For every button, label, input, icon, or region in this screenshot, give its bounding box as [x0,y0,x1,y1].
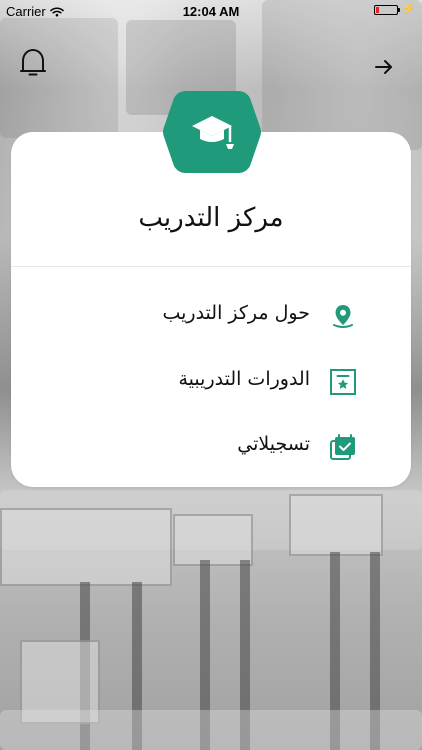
map-pin-icon [329,302,357,330]
battery-level [376,6,380,13]
graduation-cap-icon [162,87,262,177]
status-right: ⚡ [374,4,416,15]
menu-item-label: تسجيلاتي [237,433,310,455]
card-title: مركز التدريب [138,203,284,233]
bell-icon[interactable] [19,46,47,80]
menu-item-training-courses[interactable]: الدورات التدريبية [0,360,422,400]
menu-item-about-training-center[interactable]: حول مركز التدريب [0,294,422,334]
status-time: 12:04 AM [182,4,240,19]
charging-icon: ⚡ [402,3,416,15]
bookmark-star-icon [329,368,357,396]
menu-item-label: حول مركز التدريب [162,302,310,324]
title-divider [11,266,411,267]
menu-item-my-registrations[interactable]: تسجيلاتي [0,425,422,465]
status-bar: Carrier 12:04 AM ⚡ [0,0,422,22]
battery-icon [374,4,401,15]
menu-item-label: الدورات التدريبية [178,368,311,390]
calendar-check-icon [329,433,357,461]
arrow-right-icon[interactable] [374,57,394,77]
